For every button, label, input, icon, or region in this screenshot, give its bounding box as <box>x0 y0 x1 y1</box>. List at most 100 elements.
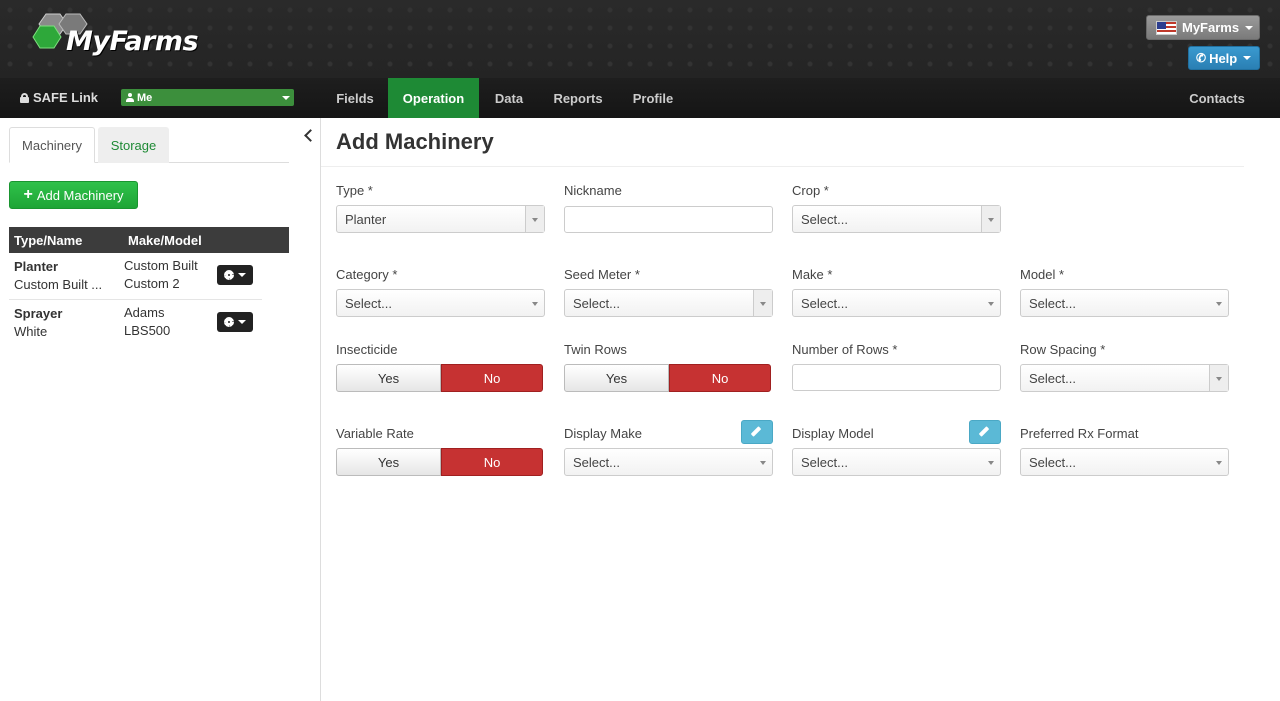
display-make-label: Display Make <box>564 426 643 441</box>
row-spacing-label: Row Spacing * <box>1020 342 1106 357</box>
pencil-icon <box>978 426 990 437</box>
crop-label: Crop * <box>792 183 829 198</box>
seed-meter-select[interactable]: Select... <box>564 289 773 317</box>
logo-text[interactable]: MyFarms <box>66 26 199 57</box>
twin-rows-toggle: Yes No <box>564 364 771 392</box>
display-make-select-value: Select... <box>573 455 620 470</box>
user-select-value: Me <box>137 91 153 104</box>
row-spacing-select-value: Select... <box>1029 371 1076 386</box>
type-label: Type * <box>336 183 373 198</box>
make-select-value: Select... <box>801 296 848 311</box>
nav-profile[interactable]: Profile <box>624 78 682 118</box>
twin-rows-label: Twin Rows <box>564 342 627 357</box>
row-actions-gear-button[interactable] <box>217 265 253 285</box>
category-select-value: Select... <box>345 296 392 311</box>
insecticide-no-button[interactable]: No <box>441 364 543 392</box>
tab-machinery[interactable]: Machinery <box>9 127 95 163</box>
caret-down-icon <box>532 218 538 222</box>
nav-contacts[interactable]: Contacts <box>1180 78 1254 118</box>
user-select[interactable]: Me <box>121 89 294 106</box>
user-icon <box>126 93 134 102</box>
row-type: Sprayer <box>14 306 63 321</box>
caret-down-icon <box>282 96 290 100</box>
nav-operation[interactable]: Operation <box>388 78 479 118</box>
nav-data[interactable]: Data <box>483 78 535 118</box>
caret-down-icon <box>988 218 994 222</box>
insecticide-toggle: Yes No <box>336 364 543 392</box>
caret-down-icon <box>532 302 538 306</box>
gear-icon <box>224 270 234 280</box>
caret-down-icon <box>1216 377 1222 381</box>
number-of-rows-label: Number of Rows * <box>792 342 898 357</box>
caret-down-icon <box>760 461 766 465</box>
row-model: Custom 2 <box>124 276 180 291</box>
row-actions-gear-button[interactable] <box>217 312 253 332</box>
lock-icon <box>20 92 29 103</box>
twin-rows-no-button[interactable]: No <box>669 364 771 392</box>
display-model-select-value: Select... <box>801 455 848 470</box>
phone-icon: ✆ <box>1196 51 1207 65</box>
caret-down-icon <box>1216 302 1222 306</box>
variable-rate-toggle: Yes No <box>336 448 543 476</box>
crop-select-value: Select... <box>801 212 848 227</box>
row-type: Planter <box>14 259 59 274</box>
table-row[interactable]: Planter Custom Built ... Custom Built Cu… <box>9 253 262 300</box>
insecticide-label: Insecticide <box>336 342 398 357</box>
nickname-label: Nickname <box>564 183 622 198</box>
insecticide-yes-button[interactable]: Yes <box>336 364 441 392</box>
row-make: Adams <box>124 305 165 320</box>
preferred-rx-format-select[interactable]: Select... <box>1020 448 1229 476</box>
row-spacing-select[interactable]: Select... <box>1020 364 1229 392</box>
help-dropdown-button[interactable]: ✆ Help <box>1188 46 1260 70</box>
display-make-select[interactable]: Select... <box>564 448 773 476</box>
title-divider <box>321 166 1244 167</box>
column-header-type-name: Type/Name <box>14 233 83 248</box>
caret-down-icon <box>760 302 766 306</box>
nickname-input[interactable] <box>564 206 773 233</box>
account-dropdown-button[interactable]: MyFarms <box>1146 15 1260 40</box>
page-title: Add Machinery <box>336 129 494 154</box>
caret-down-icon <box>988 461 994 465</box>
make-label: Make * <box>792 267 833 282</box>
type-select[interactable]: Planter <box>336 205 545 233</box>
caret-down-icon <box>238 320 246 324</box>
edit-display-model-button[interactable] <box>969 420 1001 444</box>
number-of-rows-input[interactable] <box>792 364 1001 391</box>
model-select[interactable]: Select... <box>1020 289 1229 317</box>
make-select[interactable]: Select... <box>792 289 1001 317</box>
app-header: MyFarms MyFarms ✆ Help <box>0 0 1280 78</box>
safe-link[interactable]: SAFE Link <box>20 90 98 105</box>
seed-meter-select-value: Select... <box>573 296 620 311</box>
row-make: Custom Built <box>124 258 198 273</box>
us-flag-icon <box>1156 20 1177 35</box>
category-label: Category * <box>336 267 398 282</box>
seed-meter-label: Seed Meter * <box>564 267 640 282</box>
row-name: Custom Built ... <box>14 277 103 292</box>
caret-down-icon <box>988 302 994 306</box>
caret-down-icon <box>1243 56 1252 60</box>
row-model: LBS500 <box>124 323 171 338</box>
safe-link-label: SAFE Link <box>33 90 99 105</box>
table-row[interactable]: Sprayer White Adams LBS500 <box>9 300 262 346</box>
variable-rate-yes-button[interactable]: Yes <box>336 448 441 476</box>
collapse-sidebar-chevron-icon[interactable] <box>303 128 315 144</box>
display-model-label: Display Model <box>792 426 874 441</box>
twin-rows-yes-button[interactable]: Yes <box>564 364 669 392</box>
category-select[interactable]: Select... <box>336 289 545 317</box>
nav-fields[interactable]: Fields <box>325 78 385 118</box>
preferred-rx-format-label: Preferred Rx Format <box>1020 426 1139 441</box>
add-machinery-button[interactable]: + Add Machinery <box>9 181 138 209</box>
nav-reports[interactable]: Reports <box>545 78 611 118</box>
edit-display-make-button[interactable] <box>741 420 773 444</box>
add-machinery-label: Add Machinery <box>36 187 124 203</box>
variable-rate-no-button[interactable]: No <box>441 448 543 476</box>
variable-rate-label: Variable Rate <box>336 426 414 441</box>
crop-select[interactable]: Select... <box>792 205 1001 233</box>
plus-icon: + <box>23 186 33 203</box>
caret-down-icon <box>238 273 246 277</box>
display-model-select[interactable]: Select... <box>792 448 1001 476</box>
help-label: Help <box>1209 50 1238 66</box>
column-header-make-model: Make/Model <box>128 233 202 248</box>
tab-storage[interactable]: Storage <box>98 127 169 163</box>
preferred-rx-format-select-value: Select... <box>1029 455 1076 470</box>
